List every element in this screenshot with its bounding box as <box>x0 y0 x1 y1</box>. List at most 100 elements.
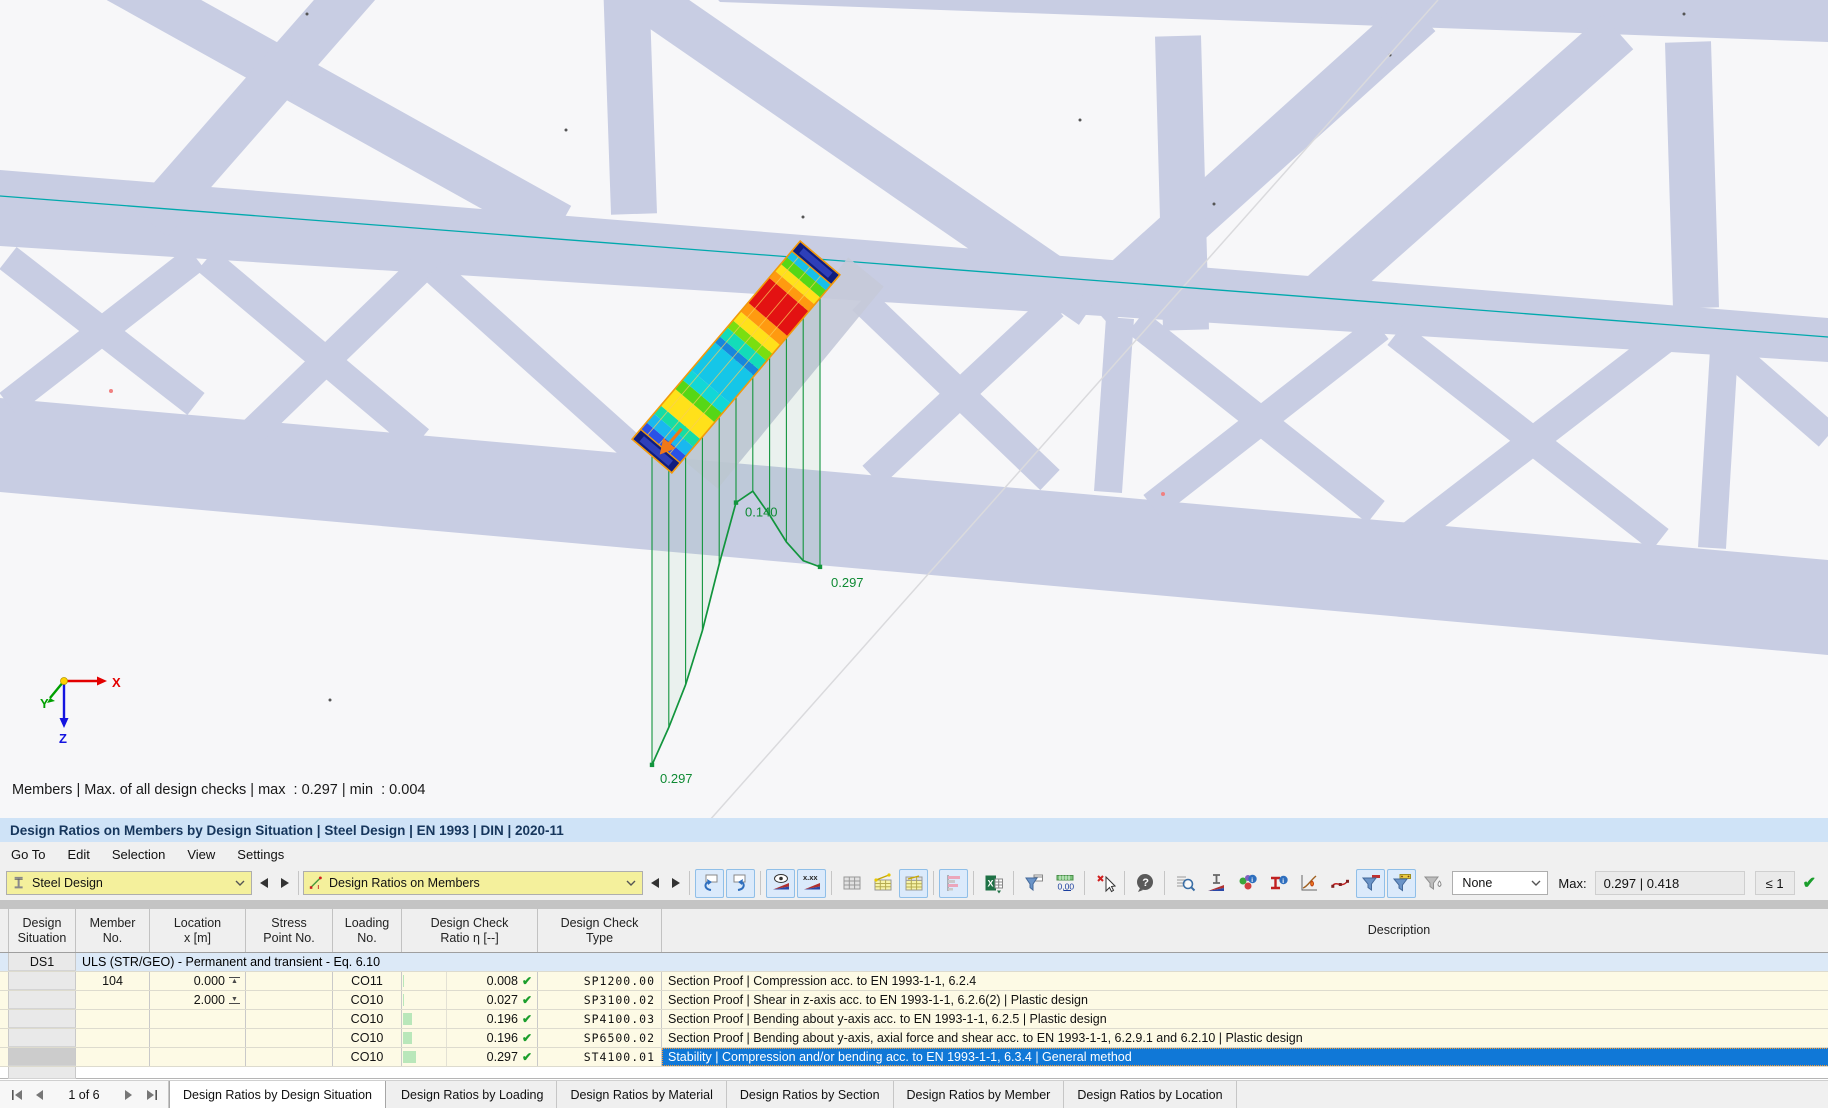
table-row[interactable]: CO10 0.196✔ SP4100.03 Section Proof | Be… <box>0 1010 1828 1029</box>
column-header-design-situation[interactable]: DesignSituation <box>8 909 76 952</box>
show-results-toggle[interactable] <box>766 869 795 898</box>
find-in-table-button[interactable] <box>1170 869 1199 898</box>
previous-table-button[interactable] <box>28 1084 50 1106</box>
member-no-cell[interactable] <box>76 991 150 1009</box>
location-cell[interactable] <box>150 1010 246 1028</box>
delete-results-button[interactable] <box>1090 869 1119 898</box>
check-type-cell[interactable]: SP1200.00 <box>538 972 662 990</box>
member-no-cell[interactable]: 104 <box>76 972 150 990</box>
previous-result-category-button[interactable] <box>645 871 664 895</box>
table-row[interactable]: 2.000▼ CO10 0.027✔ SP3100.02 Section Pro… <box>0 991 1828 1010</box>
design-situation-cell[interactable]: DS1 <box>8 953 76 971</box>
show-result-location-in-graphic-button[interactable] <box>726 869 755 898</box>
ratio-cell[interactable]: 0.196✔ <box>402 1029 538 1047</box>
stress-point-cell[interactable] <box>246 1010 333 1028</box>
menu-settings[interactable]: Settings <box>226 844 295 865</box>
ratio-cell[interactable]: 0.008✔ <box>402 972 538 990</box>
next-design-case-button[interactable] <box>275 871 294 895</box>
tab-design-ratios-by-loading[interactable]: Design Ratios by Loading <box>388 1081 557 1108</box>
member-no-cell[interactable] <box>76 1010 150 1028</box>
model-3d-view[interactable]: 0.2970.1400.297 X Y Z <box>0 0 1828 818</box>
design-case-combobox[interactable]: Steel Design <box>6 871 252 895</box>
previous-design-case-button[interactable] <box>254 871 273 895</box>
check-type-cell[interactable]: ST4100.01 <box>538 1048 662 1066</box>
column-header-member-no[interactable]: MemberNo. <box>76 909 150 952</box>
stress-point-cell[interactable] <box>246 1029 333 1047</box>
stress-point-cell[interactable] <box>246 972 333 990</box>
description-cell[interactable]: Section Proof | Bending about y-axis, ax… <box>662 1029 1828 1047</box>
color-scale-settings-button[interactable]: i <box>1232 869 1261 898</box>
tab-design-ratios-by-location[interactable]: Design Ratios by Location <box>1064 1081 1236 1108</box>
help-button[interactable]: ? <box>1130 869 1159 898</box>
result-category-combobox[interactable]: I Design Ratios on Members <box>303 871 643 895</box>
table-colored-rows-toggle[interactable] <box>899 869 928 898</box>
column-header-loading-no[interactable]: LoadingNo. <box>333 909 402 952</box>
row-header-cell[interactable] <box>8 972 76 990</box>
tab-design-ratios-by-material[interactable]: Design Ratios by Material <box>557 1081 726 1108</box>
menu-view[interactable]: View <box>176 844 226 865</box>
check-type-cell[interactable]: SP3100.02 <box>538 991 662 1009</box>
column-header-location-x-m[interactable]: Locationx [m] <box>150 909 246 952</box>
loading-cell[interactable]: CO11 <box>333 972 402 990</box>
table-row[interactable]: CO10 0.297✔ ST4100.01 Stability | Compre… <box>0 1048 1828 1067</box>
table-with-diagram-button[interactable] <box>868 869 897 898</box>
loading-cell[interactable]: CO10 <box>333 1029 402 1047</box>
column-header-design-check-type[interactable]: Design CheckType <box>538 909 662 952</box>
row-header-cell[interactable] <box>8 991 76 1009</box>
decimal-places-button[interactable]: 0,00 <box>1050 869 1079 898</box>
location-cell[interactable]: 2.000▼ <box>150 991 246 1009</box>
description-cell[interactable]: Section Proof | Shear in z-axis acc. to … <box>662 991 1828 1009</box>
result-table-plain-button[interactable] <box>837 869 866 898</box>
stress-point-cell[interactable] <box>246 1048 333 1066</box>
design-situation-description[interactable]: ULS (STR/GEO) - Permanent and transient … <box>76 953 1828 971</box>
loading-cell[interactable]: CO10 <box>333 991 402 1009</box>
result-diagram-panel-toggle[interactable] <box>939 869 968 898</box>
row-header-cell[interactable] <box>8 1048 76 1066</box>
location-cell[interactable] <box>150 1048 246 1066</box>
menu-edit[interactable]: Edit <box>56 844 100 865</box>
ratio-cell[interactable]: 0.027✔ <box>402 991 538 1009</box>
next-table-button[interactable] <box>118 1084 140 1106</box>
member-no-cell[interactable] <box>76 1048 150 1066</box>
table-filter-settings-button[interactable] <box>1019 869 1048 898</box>
check-type-cell[interactable]: SP6500.02 <box>538 1029 662 1047</box>
utilization-chart-button[interactable] <box>1294 869 1323 898</box>
next-result-category-button[interactable] <box>666 871 685 895</box>
first-table-button[interactable] <box>6 1084 28 1106</box>
table-row[interactable]: CO10 0.196✔ SP6500.02 Section Proof | Be… <box>0 1029 1828 1048</box>
show-result-values-toggle[interactable]: x.xx <box>797 869 826 898</box>
row-header-cell[interactable] <box>8 1010 76 1028</box>
column-header-description[interactable]: Description <box>662 909 1828 952</box>
export-excel-button[interactable]: X <box>979 869 1008 898</box>
section-info-button[interactable]: i <box>1263 869 1292 898</box>
tab-design-ratios-by-section[interactable]: Design Ratios by Section <box>727 1081 894 1108</box>
member-result-diagram-button[interactable] <box>1325 869 1354 898</box>
location-cell[interactable] <box>150 1029 246 1047</box>
ratio-cell[interactable]: 0.196✔ <box>402 1010 538 1028</box>
filter-design-checks-toggle[interactable] <box>1356 869 1385 898</box>
menu-go-to[interactable]: Go To <box>0 844 56 865</box>
last-table-button[interactable] <box>140 1084 162 1106</box>
column-header-design-check-ratio[interactable]: Design CheckRatio η [--] <box>402 909 538 952</box>
loading-cell[interactable]: CO10 <box>333 1048 402 1066</box>
visibility-mode-combobox[interactable]: None <box>1452 871 1548 895</box>
description-cell[interactable]: Section Proof | Compression acc. to EN 1… <box>662 972 1828 990</box>
description-cell[interactable]: Section Proof | Bending about y-axis acc… <box>662 1010 1828 1028</box>
loading-cell[interactable]: CO10 <box>333 1010 402 1028</box>
design-details-button[interactable] <box>1201 869 1230 898</box>
show-selection-in-graphic-button[interactable] <box>695 869 724 898</box>
tab-design-ratios-by-member[interactable]: Design Ratios by Member <box>894 1081 1065 1108</box>
column-header-stress-point-no[interactable]: StressPoint No. <box>246 909 333 952</box>
table-row[interactable]: 104 0.000▲ CO11 0.008✔ SP1200.00 Section… <box>0 972 1828 991</box>
tab-design-ratios-by-design-situation[interactable]: Design Ratios by Design Situation <box>169 1081 386 1108</box>
group-row[interactable]: DS1 ULS (STR/GEO) - Permanent and transi… <box>0 953 1828 972</box>
filter-members-toggle[interactable] <box>1387 869 1416 898</box>
location-cell[interactable]: 0.000▲ <box>150 972 246 990</box>
check-type-cell[interactable]: SP4100.03 <box>538 1010 662 1028</box>
ratio-cell[interactable]: 0.297✔ <box>402 1048 538 1066</box>
member-no-cell[interactable] <box>76 1029 150 1047</box>
description-cell[interactable]: Stability | Compression and/or bending a… <box>662 1048 1828 1066</box>
row-header-cell[interactable] <box>8 1029 76 1047</box>
transparency-filter-button[interactable] <box>1418 869 1447 898</box>
menu-selection[interactable]: Selection <box>101 844 176 865</box>
